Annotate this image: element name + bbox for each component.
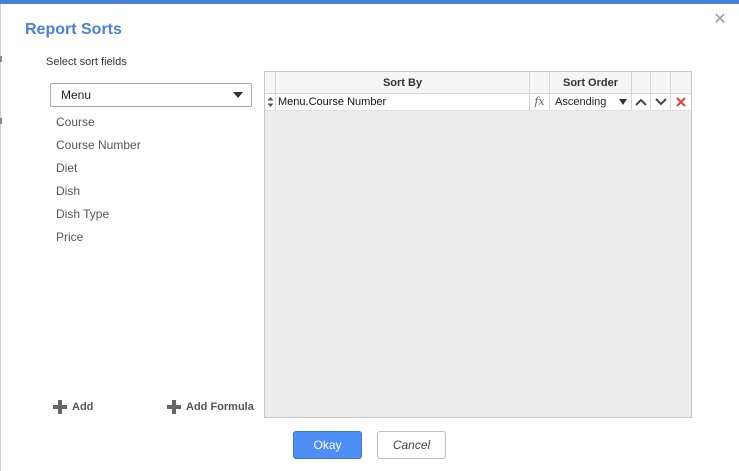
handle-column-header — [265, 72, 276, 93]
sort-row: Menu.Course Number fx Ascending — [265, 94, 691, 111]
add-formula-button[interactable]: Add Formula — [167, 400, 254, 414]
formula-icon[interactable]: fx — [530, 94, 550, 110]
move-down-icon[interactable] — [651, 94, 671, 110]
drag-handle-icon[interactable] — [265, 94, 276, 110]
edge-marker — [0, 118, 2, 124]
sort-grid-header: Sort By Sort Order — [265, 72, 691, 94]
field-item[interactable]: Dish — [56, 181, 141, 204]
plus-icon — [167, 400, 181, 414]
field-item[interactable]: Course — [56, 112, 141, 135]
field-item[interactable]: Course Number — [56, 135, 141, 158]
dialog-title: Report Sorts — [25, 21, 122, 38]
sort-by-value[interactable]: Menu.Course Number — [276, 94, 530, 110]
select-sort-fields-label: Select sort fields — [46, 56, 127, 68]
caret-down-icon — [619, 99, 627, 105]
delete-column-header — [671, 72, 691, 93]
close-icon[interactable]: ✕ — [711, 11, 729, 29]
add-button[interactable]: Add — [53, 400, 93, 414]
source-select[interactable]: Menu — [50, 83, 252, 107]
dialog-top-accent-bar — [0, 0, 739, 4]
add-formula-button-label: Add Formula — [186, 401, 254, 413]
move-up-icon[interactable] — [632, 94, 651, 110]
source-select-value: Menu — [61, 88, 92, 102]
cancel-button[interactable]: Cancel — [377, 431, 446, 459]
edge-marker — [0, 56, 2, 62]
caret-down-icon — [233, 92, 243, 98]
field-list: Course Course Number Diet Dish Dish Type… — [56, 112, 141, 250]
delete-row-icon[interactable] — [671, 94, 691, 110]
sort-order-select[interactable]: Ascending — [550, 94, 632, 110]
sort-by-header: Sort By — [276, 72, 530, 93]
okay-button[interactable]: Okay — [293, 431, 362, 459]
sort-order-header: Sort Order — [550, 72, 632, 93]
add-button-label: Add — [72, 401, 94, 413]
move-up-column-header — [632, 72, 651, 93]
field-item[interactable]: Price — [56, 227, 141, 250]
field-item[interactable]: Dish Type — [56, 204, 141, 227]
sort-grid: Sort By Sort Order Menu.Course Number fx… — [264, 71, 692, 418]
dialog-left-edge — [0, 4, 1, 471]
formula-column-header — [530, 72, 550, 93]
field-item[interactable]: Diet — [56, 158, 141, 181]
plus-icon — [53, 400, 67, 414]
sort-order-value: Ascending — [555, 96, 607, 108]
move-down-column-header — [651, 72, 671, 93]
